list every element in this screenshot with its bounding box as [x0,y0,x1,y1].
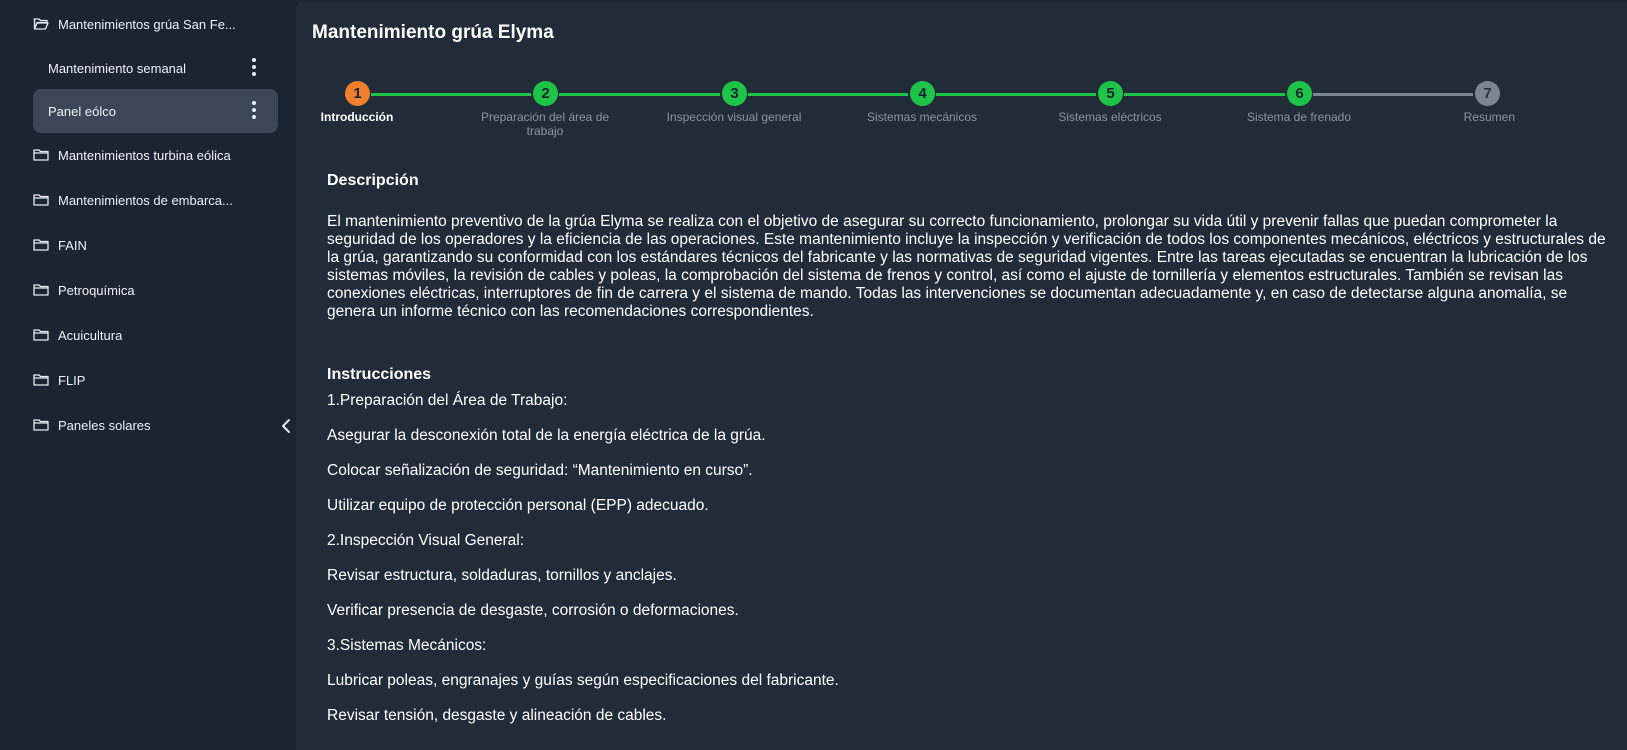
page-title: Mantenimiento grúa Elyma [312,22,554,43]
sidebar-item-label: FAIN [58,237,87,253]
step-2-circle[interactable]: 2 [533,81,558,106]
step-connector [1124,93,1285,96]
sidebar-item-petroquimica[interactable]: Petroquímica [33,268,278,312]
sidebar-item-label: Acuicultura [58,327,123,343]
step-5-circle[interactable]: 5 [1098,81,1123,106]
step-2-label: Preparación del área de trabajo [480,110,610,138]
description-title: Descripción [327,172,419,189]
sidebar-subitem-label: Panel eólco [48,103,116,119]
instruction-line: Asegurar la desconexión total de la ener… [327,427,766,444]
sidebar-item-label: Mantenimientos grúa San Fe... [58,16,236,32]
sidebar-item-paneles-solares[interactable]: Paneles solares [33,403,278,447]
more-options-icon[interactable] [252,101,256,119]
instruction-line: 1.Preparación del Área de Trabajo: [327,392,568,409]
instruction-line: Lubricar poleas, engranajes y guías segú… [327,672,839,689]
folder-icon [33,148,49,162]
instructions-title: Instrucciones [327,366,432,383]
folder-icon [33,283,49,297]
sidebar-item-label: Petroquímica [58,282,135,298]
sidebar-item-mantenimientos-grua[interactable]: Mantenimientos grúa San Fe... [33,2,278,46]
instruction-line: Verificar presencia de desgaste, corrosi… [327,602,739,619]
instruction-line: Utilizar equipo de protección personal (… [327,497,709,514]
main-panel: Mantenimiento grúa Elyma 1 Introducción 2 P… [296,2,1627,750]
folder-icon [33,328,49,342]
folder-icon [33,418,49,432]
sidebar-subitem-mantenimiento-semanal[interactable]: Mantenimiento semanal [33,46,278,90]
sidebar-item-label: Mantenimientos de embarca... [58,192,233,208]
sidebar-subitem-label: Mantenimiento semanal [48,60,187,76]
step-1-label: Introducción [320,110,394,124]
instruction-line: 3.Sistemas Mecánicos: [327,637,487,654]
sidebar-item-turbina-eolica[interactable]: Mantenimientos turbina eólica [33,133,278,177]
step-4-label: Sistemas mecánicos [866,110,978,124]
sidebar-item-label: Mantenimientos turbina eólica [58,147,231,163]
step-connector [748,93,908,96]
folder-icon [33,373,49,387]
step-6-label: Sistema de frenado [1246,110,1352,124]
step-6-circle[interactable]: 6 [1287,81,1312,106]
step-3-circle[interactable]: 3 [722,81,747,106]
content: Descripción El mantenimiento preventivo … [327,172,1612,724]
step-connector [371,93,531,96]
chevron-left-icon [281,418,291,439]
instruction-line: 2.Inspección Visual General: [327,532,525,549]
sidebar-item-label: Paneles solares [58,417,151,433]
stepper: 1 Introducción 2 Preparación del área de tr… [296,76,1627,146]
instruction-line: Colocar señalización de seguridad: “Mant… [327,462,753,479]
folder-icon [33,193,49,207]
folder-open-icon [33,17,49,31]
step-1-circle[interactable]: 1 [345,81,370,106]
collapse-sidebar-button[interactable] [278,418,294,438]
step-7-circle[interactable]: 7 [1475,81,1500,106]
description-text: El mantenimiento preventivo de la grúa E… [327,213,1606,320]
step-connector [559,93,720,96]
step-7-label: Resumen [1463,110,1515,124]
step-3-label: Inspección visual general [666,110,802,124]
sidebar-subitem-panel-eolico[interactable]: Panel eólco [33,89,278,133]
folder-icon [33,238,49,252]
sidebar: Mantenimientos grúa San Fe... Mantenimie… [0,0,290,750]
sidebar-item-label: FLIP [58,372,86,388]
sidebar-item-flip[interactable]: FLIP [33,358,278,402]
sidebar-item-acuicultura[interactable]: Acuicultura [33,313,278,357]
step-connector [936,93,1096,96]
step-connector [1313,93,1473,96]
step-5-label: Sistemas eléctricos [1058,110,1162,124]
instruction-line: Revisar estructura, soldaduras, tornillo… [327,567,677,584]
step-4-circle[interactable]: 4 [910,81,935,106]
instruction-line: Revisar tensión, desgaste y alineación d… [327,707,667,724]
sidebar-item-embarcaciones[interactable]: Mantenimientos de embarca... [33,178,278,222]
more-options-icon[interactable] [252,58,256,76]
sidebar-item-fain[interactable]: FAIN [33,223,278,267]
